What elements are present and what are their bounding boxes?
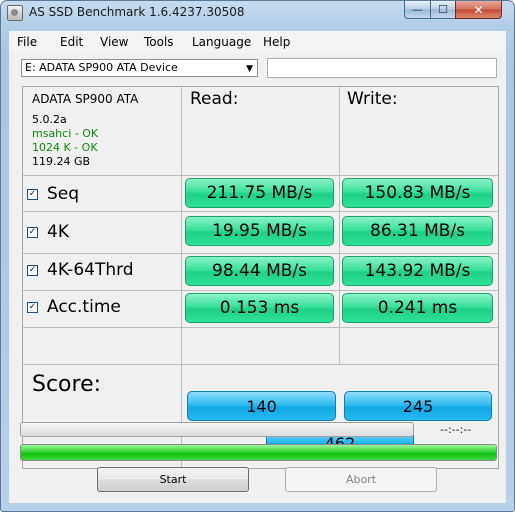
status-progress-fill: [21, 445, 496, 460]
score-write: 245: [344, 391, 492, 421]
grid-divider: [23, 175, 498, 176]
drive-model: ADATA SP900 ATA: [32, 92, 139, 106]
menu-edit[interactable]: Edit: [60, 35, 83, 49]
elapsed-timer: --:--:--: [440, 423, 472, 436]
score-read: 140: [187, 391, 336, 421]
4k-64thrd-write-result: 143.92 MB/s: [342, 256, 493, 286]
status-progress-bar: [20, 444, 497, 461]
minimize-button[interactable]: —: [404, 1, 431, 19]
read-header: Read:: [190, 89, 239, 109]
test-label: 4K: [47, 222, 69, 242]
menu-help[interactable]: Help: [263, 35, 290, 49]
test-progress-bar: [20, 422, 414, 437]
main-panel: E: ADATA SP900 ATA Device ▼ ADATA SP900 …: [9, 53, 506, 503]
4k-64thrd-checkbox[interactable]: ✓: [27, 264, 38, 276]
test-row-4k: ✓ 4K: [27, 221, 69, 243]
menu-language[interactable]: Language: [192, 35, 251, 49]
grid-divider: [181, 87, 182, 468]
test-label: Seq: [47, 184, 80, 204]
seq-write-result: 150.83 MB/s: [342, 178, 493, 208]
close-button[interactable]: ✕: [455, 1, 502, 19]
seq-read-result: 211.75 MB/s: [185, 178, 334, 208]
grid-divider: [23, 253, 498, 254]
menu-file[interactable]: File: [17, 35, 37, 49]
drive-firmware: 5.0.2a: [32, 113, 67, 126]
drive-select[interactable]: E: ADATA SP900 ATA Device ▼: [21, 59, 258, 77]
menu-bar: File Edit View Tools Language Help: [9, 31, 506, 54]
test-label: Acc.time: [47, 297, 121, 317]
maximize-button[interactable]: ☐: [430, 1, 456, 19]
menu-tools[interactable]: Tools: [144, 35, 174, 49]
grid-divider: [23, 327, 498, 328]
driver-status: msahci - OK: [32, 127, 99, 140]
grid-divider: [23, 211, 498, 212]
acc-time-write-result: 0.241 ms: [342, 293, 493, 323]
title-bar[interactable]: AS SSD Benchmark 1.6.4237.30508 — ☐ ✕: [1, 1, 514, 25]
test-label: 4K-64Thrd: [47, 260, 134, 280]
chevron-down-icon[interactable]: ▼: [246, 61, 253, 77]
menu-view[interactable]: View: [100, 35, 128, 49]
abort-button[interactable]: Abort: [285, 467, 437, 492]
drive-capacity: 119.24 GB: [32, 155, 91, 168]
test-row-acc-time: ✓ Acc.time: [27, 296, 121, 318]
grid-divider: [23, 290, 498, 291]
drive-select-value: E: ADATA SP900 ATA Device: [25, 61, 178, 74]
test-row-4k-64thrd: ✓ 4K-64Thrd: [27, 259, 134, 281]
acc-time-checkbox[interactable]: ✓: [27, 301, 38, 313]
alignment-status: 1024 K - OK: [32, 141, 98, 154]
acc-time-read-result: 0.153 ms: [185, 293, 334, 323]
app-disk-icon: [7, 5, 23, 21]
start-button[interactable]: Start: [97, 467, 249, 492]
4k-checkbox[interactable]: ✓: [27, 226, 38, 238]
score-label: Score:: [32, 372, 102, 397]
write-header: Write:: [347, 89, 398, 109]
test-row-seq: ✓ Seq: [27, 183, 79, 205]
app-window: AS SSD Benchmark 1.6.4237.30508 — ☐ ✕ Fi…: [0, 0, 515, 512]
4k-64thrd-read-result: 98.44 MB/s: [185, 256, 334, 286]
4k-write-result: 86.31 MB/s: [342, 216, 493, 246]
grid-divider: [339, 87, 340, 364]
4k-read-result: 19.95 MB/s: [185, 216, 334, 246]
results-grid: ADATA SP900 ATA 5.0.2a msahci - OK 1024 …: [22, 86, 499, 469]
status-text-field[interactable]: [267, 58, 497, 78]
seq-checkbox[interactable]: ✓: [27, 188, 38, 200]
window-title: AS SSD Benchmark 1.6.4237.30508: [29, 5, 245, 19]
